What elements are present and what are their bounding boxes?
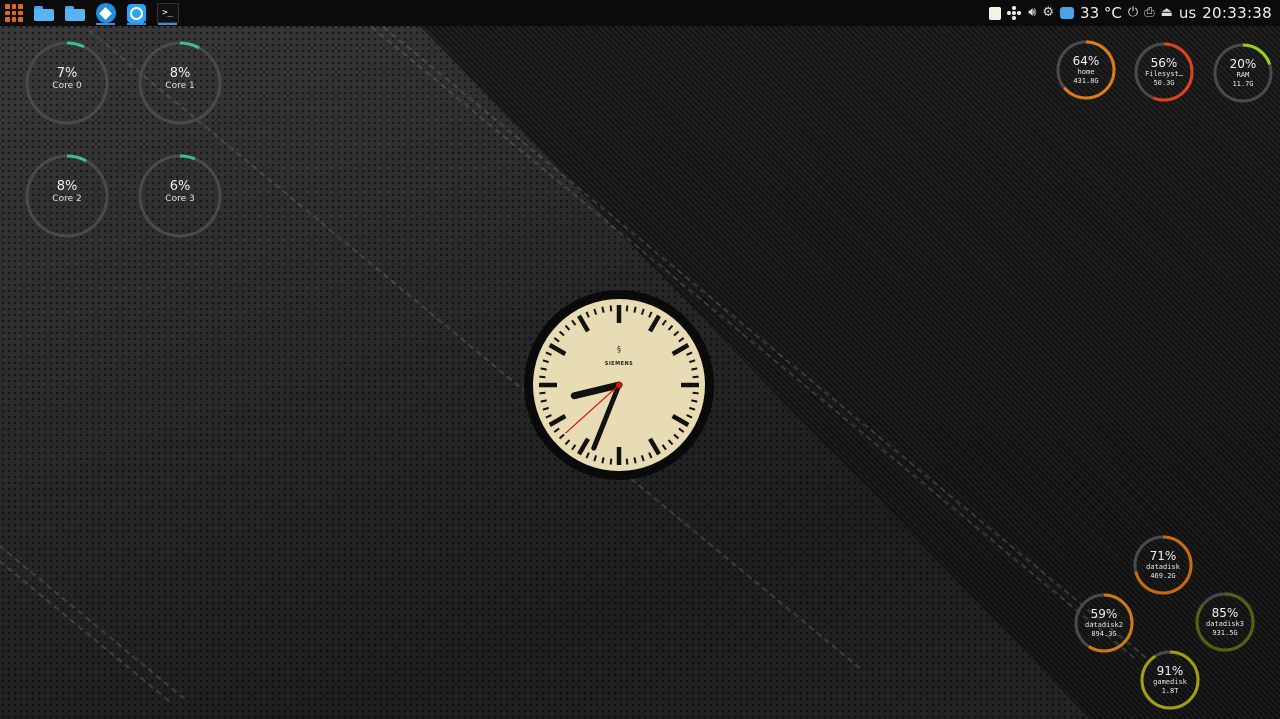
filesystem-gauge: 56% Filesyst… 50.3G xyxy=(1133,41,1195,103)
gauge-label: Core 2 xyxy=(52,194,82,204)
cpu-core-gauge: 8% Core 1 xyxy=(138,41,222,125)
clock-minute-tick xyxy=(692,375,699,379)
settings-gear-icon[interactable]: ⚙ xyxy=(1042,0,1054,26)
gauge-size: 50.3G xyxy=(1153,79,1175,87)
gauge-label: Core 3 xyxy=(165,194,195,204)
panel-clock[interactable]: 20:33:38 xyxy=(1202,4,1272,22)
cpu-core-gauge: 6% Core 3 xyxy=(138,154,222,238)
gauge-label: datadisk3 xyxy=(1206,620,1244,628)
taskbar-kodi-button[interactable] xyxy=(90,0,121,26)
gauge-percent: 7% xyxy=(56,66,78,81)
gauge-label: datadisk2 xyxy=(1085,621,1123,629)
wallpaper-stitch xyxy=(0,545,185,700)
clock-minute-tick xyxy=(691,399,698,403)
kodi-icon xyxy=(95,3,116,23)
network-icon[interactable] xyxy=(1007,5,1022,21)
taskbar-obs-button[interactable] xyxy=(121,0,152,26)
gauge-percent: 6% xyxy=(169,179,191,194)
clock-minute-tick xyxy=(601,457,605,464)
temperature-readout[interactable]: 33 °C xyxy=(1080,4,1122,22)
clock-minute-tick xyxy=(540,367,547,371)
datadisk3-gauge: 85% datadisk3 931.5G xyxy=(1194,591,1256,653)
brand-emblem-icon: § xyxy=(617,345,621,354)
gauge-size: 469.2G xyxy=(1150,572,1176,580)
drive-icon[interactable]: ⏏ xyxy=(1161,0,1173,26)
gauge-percent: 85% xyxy=(1211,606,1239,620)
gauge-percent: 91% xyxy=(1156,664,1184,678)
gauge-percent: 71% xyxy=(1149,549,1177,563)
clock-minute-tick xyxy=(633,457,637,464)
gauge-size: 894.3G xyxy=(1091,630,1117,638)
app-grid-icon xyxy=(5,4,23,22)
wallpaper-stitch xyxy=(0,560,170,702)
terminal-icon: >_ xyxy=(156,3,179,23)
cpu-core-gauge: 7% Core 0 xyxy=(25,41,109,125)
analog-clock-widget[interactable]: § SIEMENS xyxy=(523,289,715,481)
gauge-percent: 8% xyxy=(169,66,191,81)
clock-minute-tick xyxy=(625,305,629,312)
ram-gauge: 20% RAM 11.7G xyxy=(1212,42,1274,104)
clock-minute-tick xyxy=(539,391,546,395)
gamedisk-gauge: 91% gamedisk 1.8T xyxy=(1139,649,1201,711)
clock-minute-tick xyxy=(539,375,546,379)
taskbar-terminal-button[interactable]: >_ xyxy=(152,0,183,26)
clock-minute-tick xyxy=(609,305,613,312)
cpu-core-gauge: 8% Core 2 xyxy=(25,154,109,238)
keyboard-layout-indicator[interactable]: us xyxy=(1179,4,1196,22)
home-disk-gauge: 64% home 431.8G xyxy=(1055,39,1117,101)
clock-face: § SIEMENS xyxy=(524,290,714,480)
power-icon[interactable]: ⏻ xyxy=(1128,0,1138,26)
datadisk2-gauge: 59% datadisk2 894.3G xyxy=(1073,592,1135,654)
gauge-percent: 56% xyxy=(1150,56,1178,70)
clock-minute-tick xyxy=(691,367,698,371)
app-launcher-button[interactable] xyxy=(0,0,28,26)
obs-icon xyxy=(127,3,146,23)
gauge-percent: 8% xyxy=(56,179,78,194)
gauge-label: Core 0 xyxy=(52,81,82,91)
clock-minute-tick xyxy=(601,306,605,313)
gauge-percent: 64% xyxy=(1072,54,1100,68)
gauge-size: 1.8T xyxy=(1161,687,1179,695)
gauge-percent: 59% xyxy=(1090,607,1118,621)
weather-icon[interactable] xyxy=(1060,7,1075,19)
printer-icon[interactable]: ⎙ xyxy=(1144,0,1154,26)
datadisk-gauge: 71% datadisk 469.2G xyxy=(1132,534,1194,596)
top-panel: >_ 🔊︎ ⚙ 33 °C ⏻ ⎙ ⏏ us 20:33:38 xyxy=(0,0,1280,26)
gauge-size: 11.7G xyxy=(1232,80,1254,88)
system-tray: 🔊︎ ⚙ 33 °C ⏻ ⎙ ⏏ us 20:33:38 xyxy=(989,0,1280,26)
clock-brand: SIEMENS xyxy=(605,361,634,367)
gauge-size: 431.8G xyxy=(1073,77,1099,85)
clock-center-cap xyxy=(616,382,622,388)
gauge-size: 931.5G xyxy=(1212,629,1238,637)
gauge-label: datadisk xyxy=(1146,563,1180,571)
volume-icon[interactable]: 🔊︎ xyxy=(1028,0,1036,26)
clock-minute-tick xyxy=(540,399,547,403)
taskbar-files-button[interactable] xyxy=(28,0,59,26)
notes-icon[interactable] xyxy=(989,6,1002,20)
clock-minute-tick xyxy=(692,391,699,395)
gauge-label: home xyxy=(1077,68,1095,76)
gauge-label: gamedisk xyxy=(1153,678,1187,686)
gauge-label: RAM xyxy=(1236,71,1250,79)
gauge-percent: 20% xyxy=(1229,57,1257,71)
gauge-label: Filesyst… xyxy=(1145,70,1183,78)
gauge-label: Core 1 xyxy=(165,81,195,91)
folder-icon xyxy=(64,5,85,21)
clock-minute-tick xyxy=(625,458,629,465)
clock-minute-tick xyxy=(609,458,613,465)
taskbar-files-2-button[interactable] xyxy=(59,0,90,26)
clock-minute-tick xyxy=(633,306,637,313)
folder-icon xyxy=(33,5,54,21)
